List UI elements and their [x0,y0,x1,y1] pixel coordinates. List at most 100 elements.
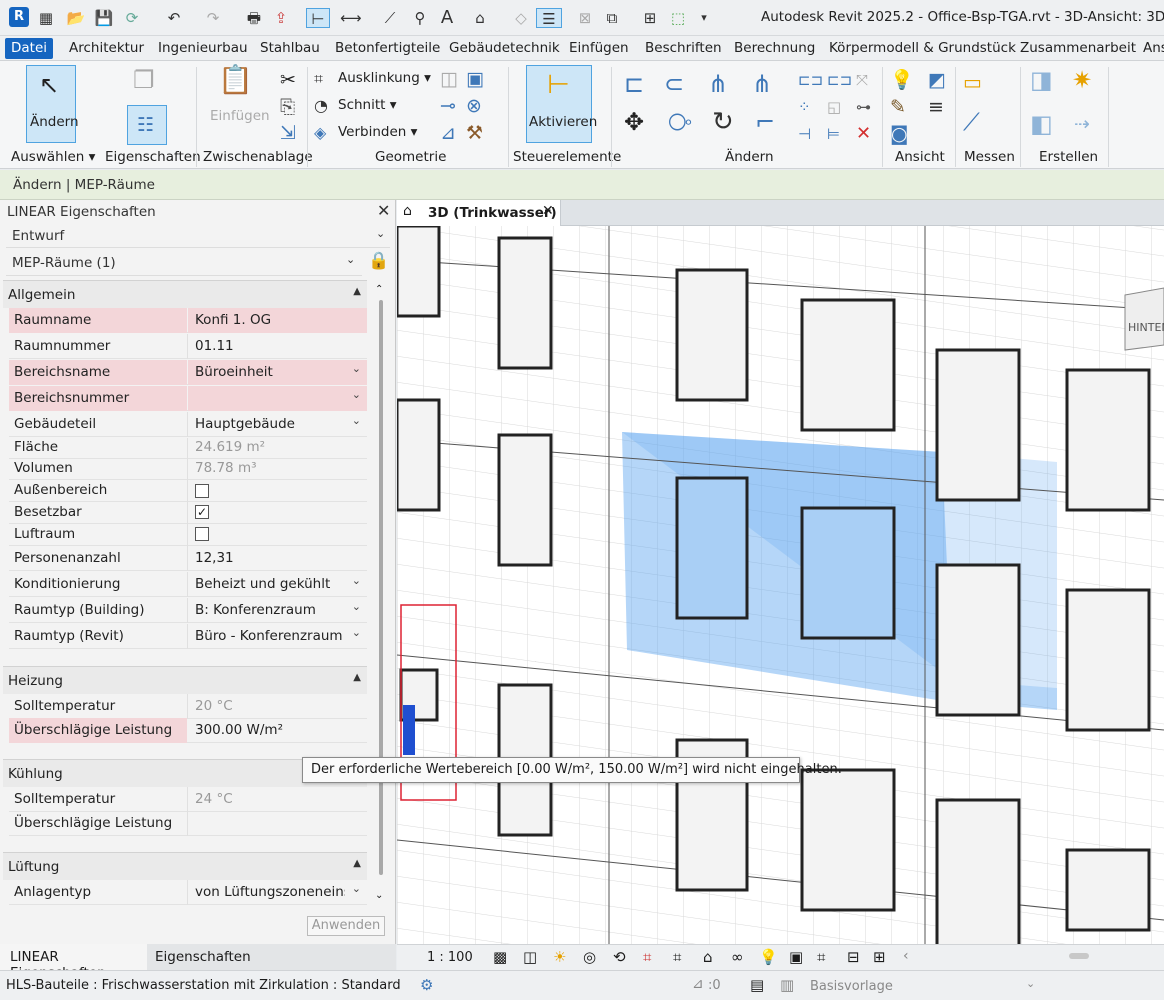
property-row[interactable]: Luftraum [9,524,367,549]
property-row[interactable]: Konditionierung Beheizt und gekühlt ⌄ [9,572,367,597]
split-icon[interactable]: ⊏⊐ [798,69,823,91]
lines-icon[interactable]: ≡ [928,96,944,118]
apply-button[interactable]: Anwenden [307,916,385,936]
scroll-left-icon[interactable]: ‹ [903,948,909,964]
property-row[interactable]: Besetzbar ✓ [9,502,367,527]
cut-button[interactable]: Schnitt ▾ [338,97,397,113]
cut-icon[interactable]: ✂ [280,69,296,91]
match-type-icon[interactable]: ⇲ [280,122,296,144]
property-row[interactable]: Anlagentyp von Lüftungszoneneinst ⌄ [9,880,367,905]
hide-icon[interactable]: 💡 [890,69,914,91]
section-icon[interactable]: ◇ [511,8,531,28]
horizontal-scroll-thumb[interactable] [1069,953,1089,959]
properties-button[interactable]: ☷ [127,105,167,145]
filter-icon[interactable]: ⊿ [692,976,704,992]
scroll-up-icon[interactable]: ⌃ [375,284,383,295]
tag-icon[interactable]: ⚲ [410,8,430,28]
scale-selector[interactable]: 1 : 100 [427,950,473,965]
create-similar-icon[interactable]: ✷ [1072,68,1092,92]
property-row[interactable]: Raumname Konfi 1. OG [9,308,367,333]
scroll-thumb[interactable] [379,300,383,875]
activate-button[interactable]: ⊢ Aktivieren [526,65,597,143]
tab-koerpermodell[interactable]: Körpermodell & Grundstück [829,38,1016,59]
split-gap-icon[interactable]: ⊏⊐ [827,69,852,91]
beam-join-icon[interactable]: ⊿ [440,122,456,144]
linework-icon[interactable]: ✎ [890,96,906,118]
thin-lines-icon[interactable]: ☰ [536,8,562,28]
create-assembly-icon[interactable]: ⇢ [1074,113,1090,135]
override-icon[interactable]: ◩ [928,69,946,91]
pin-icon[interactable]: ⊶ [856,96,871,118]
trim-single-icon[interactable]: ⊨ [827,123,840,145]
tab-beschriften[interactable]: Beschriften [645,38,722,59]
lock-view-icon[interactable]: ⌂ [703,948,713,966]
dimension-aligned-icon[interactable]: ⟋ [963,110,980,134]
move-icon[interactable]: ✥ [624,110,644,134]
tab-zusammenarbeit[interactable]: Zusammenarbeit [1020,38,1136,59]
worksets-icon[interactable]: ⚙ [420,976,433,994]
array-icon[interactable]: ⁘ [798,96,811,118]
tab-gebaeudetechnik[interactable]: Gebäudetechnik [449,38,560,59]
paste-button[interactable]: Einfügen [210,108,270,124]
property-row[interactable]: Überschlägige Leistung 300.00 W/m² [9,718,367,743]
property-row[interactable]: Gebäudeteil Hauptgebäude ⌄ [9,412,367,437]
select-dropdown[interactable]: Auswählen ▾ [11,149,95,165]
export-icon[interactable]: ⇪ [271,8,291,28]
join-button[interactable]: Verbinden ▾ [338,124,417,140]
view-template-label[interactable]: Basisvorlage [810,979,893,994]
lock-icon[interactable]: 🔒 [368,251,389,271]
property-row[interactable]: Raumnummer 01.11 [9,334,367,359]
unpin-icon[interactable]: ⤧ [856,69,868,91]
undo-icon[interactable]: ↶ [164,8,184,28]
visual-style-icon[interactable]: ◫ [523,948,537,966]
properties-scrollbar[interactable]: ⌃ ⌄ [375,284,387,906]
modify-button[interactable]: ↖ Ändern [26,65,79,143]
print-icon[interactable]: 🖶 [244,8,264,28]
reveal-icon[interactable]: 💡 [759,948,778,966]
switch-windows-icon[interactable]: ⧉ [602,8,622,28]
detail-level-icon[interactable]: ▩ [493,948,507,966]
offset-icon[interactable]: ⊂ [664,72,684,96]
tab-ingenieurbau[interactable]: Ingenieurbau [158,38,248,59]
delete-icon[interactable]: ✕ [856,123,871,145]
create-part-icon[interactable]: ◨ [1030,68,1053,92]
trim-multiple-icon[interactable]: ⊣ [798,123,811,145]
temp-hide-icon[interactable]: ∞ [731,948,744,966]
section-ventilation[interactable]: Lüftung ▲ [3,852,367,880]
cope-button[interactable]: Ausklinkung ▾ [338,70,431,86]
spot-icon[interactable]: ⟋ [380,8,400,28]
home-icon[interactable]: ▦ [36,8,56,28]
scroll-down-icon[interactable]: ⌄ [375,890,383,901]
tab-ansicht[interactable]: Ans [1143,38,1164,59]
property-row[interactable]: Außenbereich [9,480,367,505]
property-row[interactable]: Bereichsnummer ⌄ [9,386,367,411]
analysis-icon[interactable]: ⌗ [817,948,825,966]
close-icon[interactable]: ✕ [542,203,554,219]
split-face-icon[interactable]: ⊸ [440,95,456,117]
wall-joins-icon[interactable]: ◫ [440,68,458,90]
sun-path-icon[interactable]: ☀ [553,948,566,966]
property-row[interactable]: Raumtyp (Building) B: Konferenzraum ⌄ [9,598,367,623]
save-icon[interactable]: 💾 [94,8,114,28]
scale-icon[interactable]: ◱ [827,96,841,118]
mirror-draw-icon[interactable]: ⋔ [752,72,772,96]
chevron-down-icon[interactable]: ⌄ [1026,977,1035,990]
worksharing-icon[interactable]: ▣ [789,948,803,966]
redo-icon[interactable]: ↷ [203,8,223,28]
dimension-icon[interactable]: ⟷ [340,8,362,28]
render-icon[interactable]: ⟲ [613,948,626,966]
measure-icon[interactable]: ⊢ [306,8,330,28]
design-options-icon[interactable]: ▤ [750,976,764,994]
close-views-icon[interactable]: ⊠ [575,8,595,28]
tab-linear-properties[interactable]: LINEAR Eigenschaften [0,944,147,981]
constraints-icon[interactable]: ⊟ [847,948,860,966]
crop-region-icon[interactable]: ⌗ [673,948,681,966]
crop-icon[interactable]: ⌗ [643,948,651,966]
tab-stahlbau[interactable]: Stahlbau [260,38,320,59]
sync-icon[interactable]: ⟳ [122,8,142,28]
hide-panel-icon[interactable]: ⊞ [873,948,886,966]
hammer-icon[interactable]: ⚒ [466,122,483,144]
tab-datei[interactable]: Datei [5,38,54,59]
mirror-pick-icon[interactable]: ⋔ [708,72,728,96]
type-selector[interactable]: Entwurf ⌄ [6,224,390,248]
